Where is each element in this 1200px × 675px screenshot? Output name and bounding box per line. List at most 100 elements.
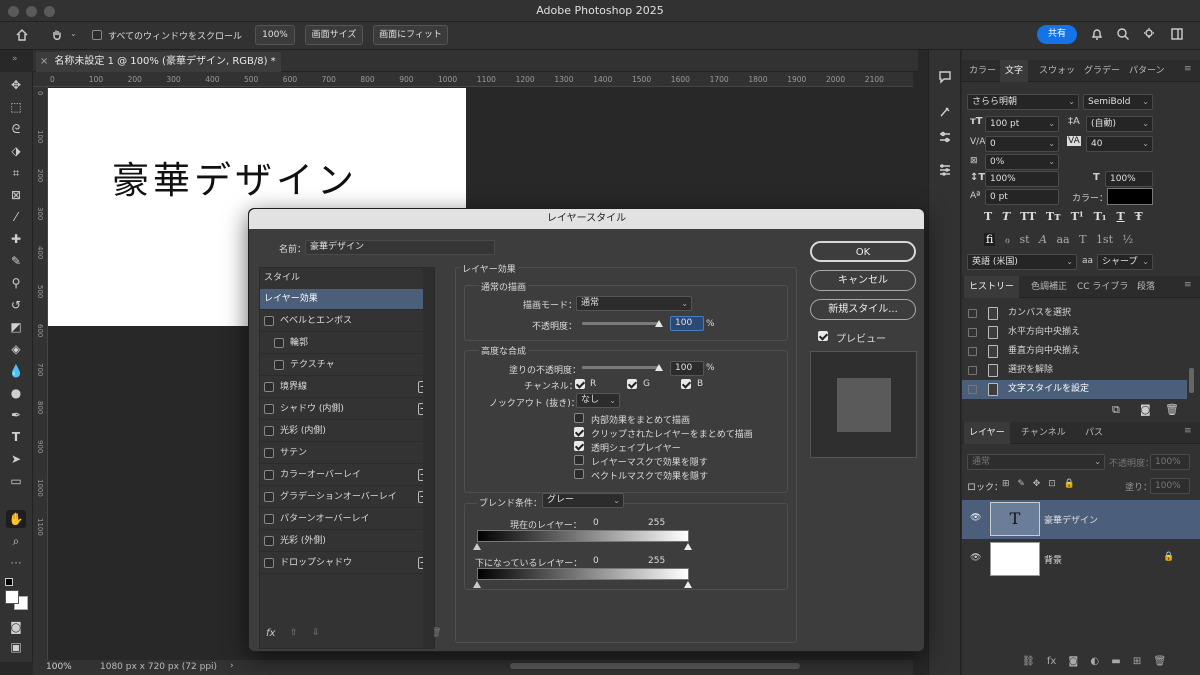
anti-alias-select[interactable]: シャープ ⌄ bbox=[1097, 254, 1153, 270]
stroke-checkbox[interactable] bbox=[264, 382, 274, 392]
transparency-shapes-checkbox[interactable] bbox=[574, 441, 584, 451]
underlying-layer-black-slider[interactable] bbox=[473, 581, 481, 588]
move-up-icon[interactable]: ⇧ bbox=[290, 628, 298, 638]
style-item-gradient-overlay[interactable]: グラデーションオーバーレイ+ bbox=[260, 487, 434, 508]
cancel-button[interactable]: キャンセル bbox=[810, 270, 916, 291]
strikethrough-button[interactable]: Ŧ bbox=[1135, 210, 1143, 223]
paint-bucket-tool-icon[interactable]: ◈ bbox=[6, 340, 26, 358]
zoom-tool-icon[interactable]: ⌕ bbox=[6, 532, 26, 550]
fx-menu-button[interactable]: fx bbox=[266, 628, 275, 639]
layers-menu-icon[interactable]: ≡ bbox=[1184, 426, 1192, 436]
tab-swatches[interactable]: スウォッ bbox=[1034, 60, 1080, 82]
tab-patterns[interactable]: パターン bbox=[1124, 60, 1170, 82]
tab-character[interactable]: 文字 bbox=[1000, 60, 1029, 82]
eyedropper-tool-icon[interactable]: ⁄ bbox=[6, 208, 26, 226]
font-family-select[interactable]: さらら明朝 ⌄ bbox=[967, 94, 1079, 110]
all-caps-button[interactable]: TT bbox=[1020, 210, 1036, 223]
titling-button[interactable]: T bbox=[1079, 233, 1086, 246]
fit-screen-size-button[interactable]: 画面サイズ bbox=[305, 25, 363, 45]
faux-italic-button[interactable]: T bbox=[1002, 210, 1010, 223]
history-item-active[interactable]: 文字スタイルを設定 bbox=[962, 380, 1187, 399]
rectangle-tool-icon[interactable]: ▭ bbox=[6, 472, 26, 490]
delete-state-icon[interactable]: 🗑 bbox=[1165, 403, 1179, 416]
brush-tool-icon[interactable]: ✎ bbox=[6, 252, 26, 270]
tab-color[interactable]: カラー bbox=[964, 60, 1001, 82]
discretionary-ligature-button[interactable]: st bbox=[1019, 233, 1029, 246]
inner-shadow-checkbox[interactable] bbox=[264, 404, 274, 414]
small-caps-button[interactable]: Tт bbox=[1046, 210, 1061, 223]
horizontal-scale-field[interactable]: 100% bbox=[1105, 171, 1153, 187]
satin-checkbox[interactable] bbox=[264, 448, 274, 458]
hand-tool-icon[interactable] bbox=[50, 28, 64, 42]
ligature-button[interactable]: fi bbox=[984, 233, 996, 246]
channel-r-checkbox[interactable] bbox=[575, 379, 585, 389]
layer-row-background[interactable]: 👁 背景 🔒 bbox=[962, 540, 1200, 579]
channel-g-checkbox[interactable] bbox=[627, 379, 637, 389]
pen-tool-icon[interactable]: ✒ bbox=[6, 406, 26, 424]
style-item-texture[interactable]: テクスチャ bbox=[260, 355, 434, 376]
healing-brush-tool-icon[interactable]: ✚ bbox=[6, 230, 26, 248]
blend-mode-select[interactable]: 通常 ⌄ bbox=[576, 296, 692, 311]
styles-scrollbar[interactable] bbox=[423, 268, 434, 648]
marquee-tool-icon[interactable]: ⬚ bbox=[6, 98, 26, 116]
blend-if-select[interactable]: グレー ⌄ bbox=[542, 493, 624, 508]
status-menu-arrow[interactable]: › bbox=[230, 661, 234, 671]
underlying-layer-white-slider[interactable] bbox=[684, 581, 692, 588]
layer-name[interactable]: 豪華デザイン bbox=[1044, 513, 1098, 526]
style-item-pattern-overlay[interactable]: パターンオーバーレイ bbox=[260, 509, 434, 530]
style-item-contour[interactable]: 輪郭 bbox=[260, 333, 434, 354]
style-item-satin[interactable]: サテン bbox=[260, 443, 434, 464]
history-brush-tool-icon[interactable]: ↺ bbox=[6, 296, 26, 314]
baseline-shift-field[interactable]: 0 pt bbox=[985, 189, 1059, 205]
gradient-overlay-checkbox[interactable] bbox=[264, 492, 274, 502]
tab-paragraph[interactable]: 段落 bbox=[1132, 276, 1160, 298]
frame-tool-icon[interactable]: ⊠ bbox=[6, 186, 26, 204]
kerning-field[interactable]: 0 ⌄ bbox=[985, 136, 1059, 152]
lock-buttons[interactable]: ⊞ ✎ ✥ ⊡ 🔒 bbox=[1002, 479, 1075, 489]
lasso-tool-icon[interactable]: ᘓ bbox=[6, 120, 26, 138]
font-size-field[interactable]: 100 pt ⌄ bbox=[985, 116, 1059, 132]
clone-stamp-tool-icon[interactable]: ⚲ bbox=[6, 274, 26, 292]
path-selection-tool-icon[interactable]: ➤ bbox=[6, 450, 26, 468]
move-down-icon[interactable]: ⇩ bbox=[312, 628, 320, 638]
tool-preset-dropdown-icon[interactable]: ⌄ bbox=[70, 29, 77, 38]
horizontal-scrollbar[interactable] bbox=[510, 663, 800, 669]
ok-button[interactable]: OK bbox=[810, 241, 916, 262]
tab-history[interactable]: ヒストリー bbox=[964, 276, 1020, 298]
drop-shadow-checkbox[interactable] bbox=[264, 558, 274, 568]
dodge-tool-icon[interactable]: ● bbox=[6, 384, 26, 402]
layer-row-text[interactable]: 👁 T 豪華デザイン bbox=[962, 500, 1200, 539]
text-color-swatch[interactable] bbox=[1107, 188, 1153, 205]
opacity-slider[interactable] bbox=[582, 322, 660, 325]
tsume-field[interactable]: 0% ⌄ bbox=[985, 154, 1059, 170]
layer-opacity-field[interactable]: 100% bbox=[1150, 454, 1190, 470]
lightbulb-icon[interactable] bbox=[1142, 27, 1156, 41]
history-item[interactable]: 水平方向中央揃え bbox=[962, 323, 1187, 342]
this-layer-white-slider[interactable] bbox=[684, 543, 692, 550]
status-zoom[interactable]: 100% bbox=[46, 662, 72, 672]
bell-icon[interactable] bbox=[1090, 27, 1104, 41]
tab-paths[interactable]: パス bbox=[1080, 422, 1108, 444]
opentype-buttons[interactable]: fi ℴ st A aa T 1st ½ bbox=[984, 233, 1164, 249]
properties-icon[interactable] bbox=[938, 163, 952, 177]
layer-blend-mode-select[interactable]: 通常 ⌄ bbox=[967, 454, 1105, 470]
channel-b-checkbox[interactable] bbox=[681, 379, 691, 389]
bevel-emboss-checkbox[interactable] bbox=[264, 316, 274, 326]
this-layer-gradient-bar[interactable] bbox=[477, 530, 689, 542]
tab-adjustments[interactable]: 色調補正 bbox=[1026, 276, 1072, 298]
move-tool-icon[interactable]: ✥ bbox=[6, 76, 26, 94]
workspace-layout-icon[interactable] bbox=[1170, 27, 1184, 41]
foreground-color-swatch[interactable] bbox=[5, 590, 19, 604]
panel-menu-icon[interactable]: ≡ bbox=[1184, 64, 1192, 74]
fill-opacity-field[interactable]: 100 bbox=[670, 361, 704, 376]
zoom-100-button[interactable]: 100% bbox=[255, 25, 295, 45]
quick-select-tool-icon[interactable]: ⬗ bbox=[6, 142, 26, 160]
leading-field[interactable]: (自動) ⌄ bbox=[1086, 116, 1153, 132]
home-icon[interactable] bbox=[15, 28, 29, 42]
pattern-overlay-checkbox[interactable] bbox=[264, 514, 274, 524]
knockout-select[interactable]: なし ⌄ bbox=[576, 393, 620, 408]
type-tool-icon[interactable]: T bbox=[6, 428, 26, 446]
vector-mask-hides-checkbox[interactable] bbox=[574, 469, 584, 479]
blend-clipped-checkbox[interactable] bbox=[574, 427, 584, 437]
history-item[interactable]: 選択を解除 bbox=[962, 361, 1187, 380]
